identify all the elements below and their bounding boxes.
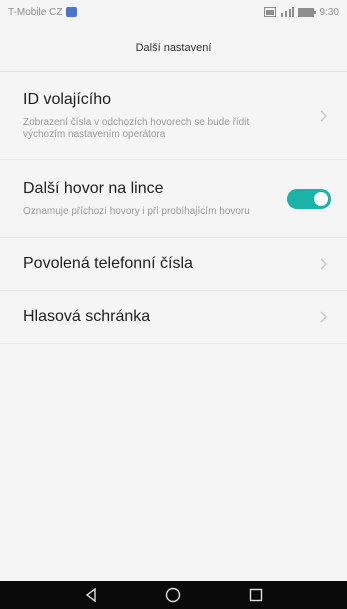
- status-bar: T-Mobile CZ 9:30: [0, 0, 347, 24]
- call-waiting-toggle[interactable]: [287, 188, 331, 209]
- carrier-name: T-Mobile CZ: [8, 6, 63, 18]
- phone-screen: T-Mobile CZ 9:30 Další nastavení ID vola…: [0, 0, 347, 609]
- setting-voicemail[interactable]: Hlasová schránka: [0, 291, 347, 344]
- recents-icon[interactable]: [246, 585, 266, 605]
- page-title: Další nastavení: [135, 41, 212, 54]
- setting-fixed-dialing-numbers[interactable]: Povolená telefonní čísla: [0, 238, 347, 291]
- chevron-right-icon: [317, 257, 331, 271]
- status-left: T-Mobile CZ: [8, 6, 78, 18]
- setting-subtitle: Zobrazení čísla v odchozích hovorech se …: [23, 116, 250, 140]
- setting-title: Další hovor na lince: [23, 179, 164, 197]
- setting-call-waiting[interactable]: Další hovor na lince Oznamuje příchozí h…: [0, 160, 347, 238]
- setting-text: Hlasová schránka: [23, 308, 150, 326]
- chevron-right-icon: [317, 310, 331, 324]
- setting-title: Povolená telefonní čísla: [23, 255, 193, 272]
- status-time: 9:30: [319, 6, 339, 18]
- setting-text: Další hovor na lince Oznamuje příchozí h…: [23, 180, 250, 218]
- page-title-bar: Další nastavení: [0, 24, 347, 72]
- signal-icon: [280, 7, 294, 17]
- setting-title: Hlasová schránka: [23, 308, 151, 325]
- setting-text: ID volajícího Zobrazení čísla v odchozíc…: [23, 91, 273, 141]
- navigation-bar: [0, 581, 347, 609]
- setting-title: ID volajícího: [23, 90, 112, 108]
- image-notification-icon: [66, 7, 78, 17]
- settings-list: ID volajícího Zobrazení čísla v odchozíc…: [0, 72, 347, 344]
- back-icon[interactable]: [81, 585, 101, 605]
- setting-text: Povolená telefonní čísla: [23, 255, 193, 273]
- battery-icon: [297, 7, 316, 17]
- setting-caller-id[interactable]: ID volajícího Zobrazení čísla v odchozíc…: [0, 72, 347, 160]
- setting-subtitle: Oznamuje příchozí hovory i při probíhají…: [23, 205, 250, 217]
- home-icon[interactable]: [163, 585, 183, 605]
- toggle-knob: [314, 191, 328, 206]
- chevron-right-icon: [317, 109, 331, 123]
- status-right: 9:30: [263, 6, 339, 18]
- gallery-icon: [263, 7, 276, 17]
